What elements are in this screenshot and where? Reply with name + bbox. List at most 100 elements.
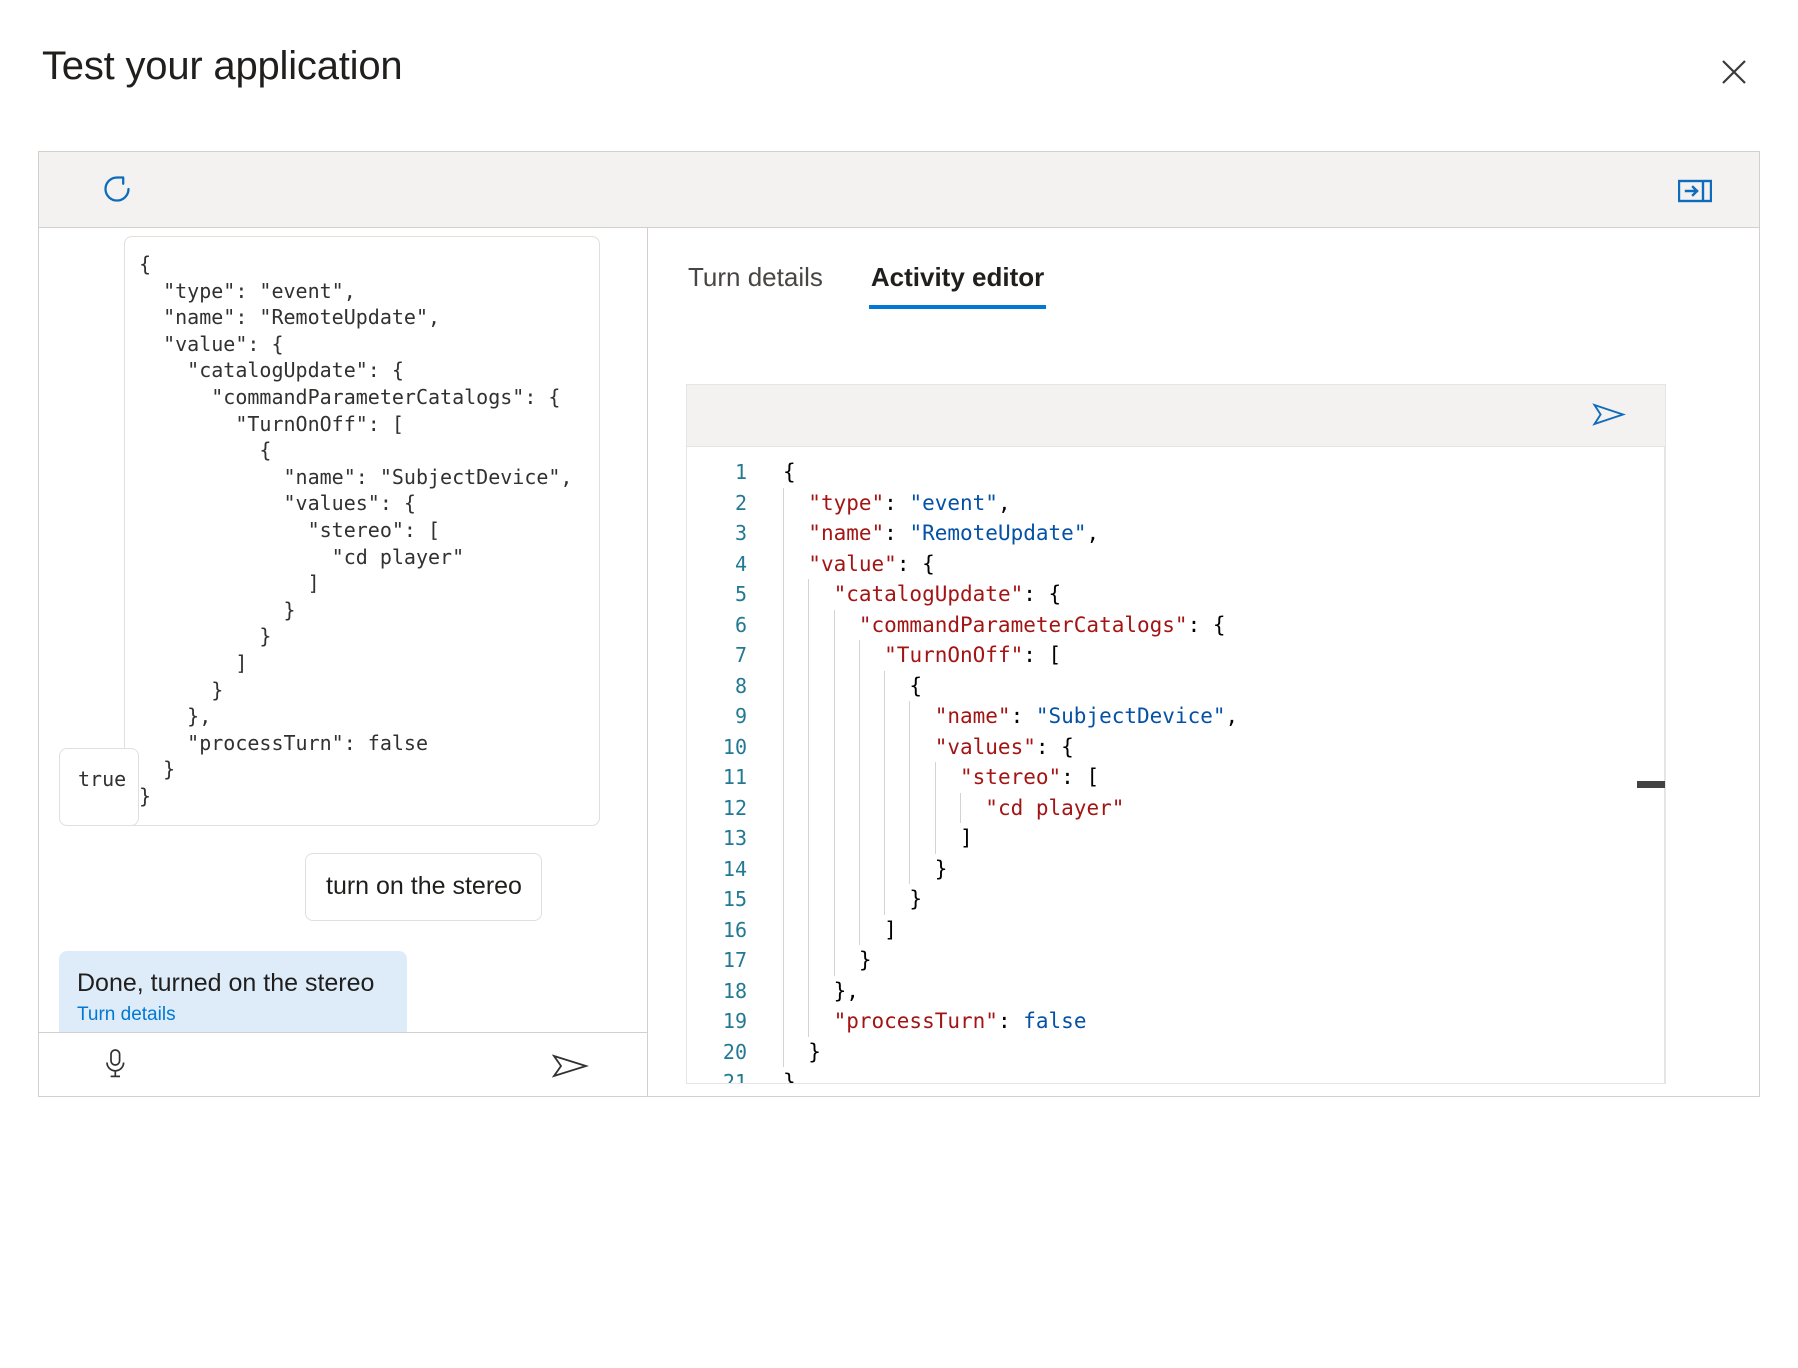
code-line[interactable]: 16 ]: [687, 915, 1666, 946]
close-icon: [1719, 57, 1749, 87]
indent-guide: [783, 945, 784, 976]
code-line[interactable]: 5 "catalogUpdate": {: [687, 579, 1666, 610]
indent-guide: [808, 945, 809, 976]
code-text: ]: [755, 823, 973, 854]
indent-guide: [808, 640, 809, 671]
indent-guide: [935, 793, 936, 824]
code-line[interactable]: 18 },: [687, 976, 1666, 1007]
code-token: :: [1011, 704, 1036, 728]
activity-editor-code[interactable]: 1{2 "type": "event",3 "name": "RemoteUpd…: [686, 446, 1666, 1084]
code-token: [783, 613, 859, 637]
code-line[interactable]: 21}: [687, 1067, 1666, 1084]
code-token: ,: [998, 491, 1011, 515]
indent-guide: [783, 701, 784, 732]
editor-right-edge: [1664, 447, 1665, 1083]
indent-guide: [808, 579, 809, 610]
send-icon: [1592, 401, 1626, 431]
tab-turn-details[interactable]: Turn details: [686, 256, 825, 309]
code-line[interactable]: 8 {: [687, 671, 1666, 702]
activity-editor-toolbar: [686, 384, 1666, 446]
code-text: },: [755, 976, 859, 1007]
code-text: }: [755, 854, 947, 885]
code-line[interactable]: 19 "processTurn": false: [687, 1006, 1666, 1037]
code-token: }: [783, 887, 922, 911]
indent-guide: [783, 793, 784, 824]
close-button[interactable]: [1710, 48, 1758, 96]
indent-guide: [859, 915, 860, 946]
indent-guide: [859, 701, 860, 732]
line-number: 10: [687, 732, 755, 763]
line-number: 6: [687, 610, 755, 641]
line-number: 2: [687, 488, 755, 519]
code-line[interactable]: 6 "commandParameterCatalogs": {: [687, 610, 1666, 641]
code-line[interactable]: 4 "value": {: [687, 549, 1666, 580]
indent-guide: [808, 884, 809, 915]
indent-guide: [909, 854, 910, 885]
tab-activity-editor[interactable]: Activity editor: [869, 256, 1046, 309]
code-token: "type": [808, 491, 884, 515]
code-token: [783, 552, 808, 576]
line-number: 9: [687, 701, 755, 732]
chat-message-bot: Done, turned on the stereo Turn details: [59, 951, 407, 1032]
code-token: {: [783, 460, 796, 484]
line-number: 5: [687, 579, 755, 610]
code-line[interactable]: 14 }: [687, 854, 1666, 885]
turn-details-link[interactable]: Turn details: [77, 1003, 176, 1027]
code-token: "values": [935, 735, 1036, 759]
page-header: Test your application: [0, 0, 1798, 150]
indent-guide: [859, 671, 860, 702]
line-number: 20: [687, 1037, 755, 1068]
code-line[interactable]: 9 "name": "SubjectDevice",: [687, 701, 1666, 732]
indent-guide: [834, 884, 835, 915]
code-line[interactable]: 15 }: [687, 884, 1666, 915]
code-line[interactable]: 2 "type": "event",: [687, 488, 1666, 519]
code-token: : {: [1036, 735, 1074, 759]
indent-guide: [909, 823, 910, 854]
indent-guide: [808, 823, 809, 854]
indent-guide: [783, 915, 784, 946]
code-token: [783, 765, 960, 789]
chat-input-bar: [39, 1032, 647, 1096]
code-token: }: [783, 1040, 821, 1064]
restart-conversation-button[interactable]: [91, 164, 143, 216]
indent-guide: [808, 762, 809, 793]
indent-guide: [834, 915, 835, 946]
indent-guide: [834, 610, 835, 641]
code-line[interactable]: 20 }: [687, 1037, 1666, 1068]
line-number: 7: [687, 640, 755, 671]
code-line[interactable]: 13 ]: [687, 823, 1666, 854]
expand-panel-button[interactable]: [1669, 166, 1721, 218]
line-number: 14: [687, 854, 755, 885]
chat-input-field[interactable]: [149, 1043, 479, 1087]
chat-transcript[interactable]: { "type": "event", "name": "RemoteUpdate…: [39, 228, 647, 1032]
code-line[interactable]: 17 }: [687, 945, 1666, 976]
code-token: }: [783, 948, 872, 972]
code-text: {: [755, 457, 796, 488]
code-token: : {: [1188, 613, 1226, 637]
indent-guide: [783, 976, 784, 1007]
code-token: "event": [909, 491, 998, 515]
line-number: 15: [687, 884, 755, 915]
microphone-button[interactable]: [95, 1045, 135, 1085]
result-text: true: [78, 767, 126, 791]
indent-guide: [909, 732, 910, 763]
code-line[interactable]: 10 "values": {: [687, 732, 1666, 763]
code-line[interactable]: 7 "TurnOnOff": [: [687, 640, 1666, 671]
indent-guide: [834, 640, 835, 671]
code-line[interactable]: 3 "name": "RemoteUpdate",: [687, 518, 1666, 549]
send-activity-button[interactable]: [1589, 397, 1629, 435]
indent-guide: [783, 823, 784, 854]
code-token: ]: [783, 918, 897, 942]
activity-editor: 1{2 "type": "event",3 "name": "RemoteUpd…: [686, 384, 1666, 1084]
code-line[interactable]: 1{: [687, 457, 1666, 488]
code-line[interactable]: 11 "stereo": [: [687, 762, 1666, 793]
code-line[interactable]: 12 "cd player": [687, 793, 1666, 824]
editor-scrollbar-thumb[interactable]: [1637, 781, 1665, 788]
line-number: 18: [687, 976, 755, 1007]
indent-guide: [884, 732, 885, 763]
send-message-button[interactable]: [549, 1047, 591, 1087]
expand-panel-icon: [1678, 178, 1712, 207]
chat-message-result: true: [59, 748, 139, 826]
code-text: "catalogUpdate": {: [755, 579, 1061, 610]
indent-guide: [808, 732, 809, 763]
